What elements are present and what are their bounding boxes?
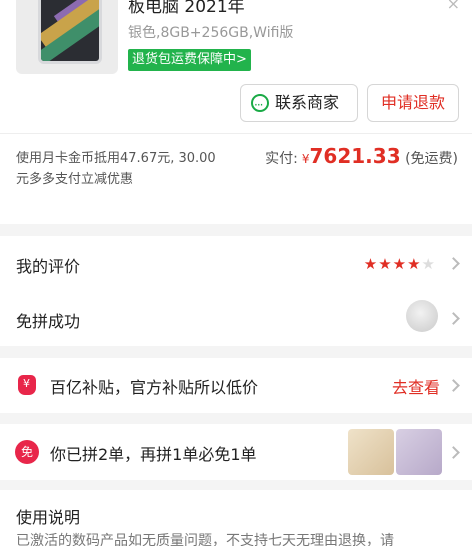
view-link[interactable]: 去查看 <box>392 374 440 398</box>
avatar <box>406 300 438 332</box>
my-review-row[interactable]: 我的评价 ★★★★★ <box>0 236 472 291</box>
currency-symbol: ¥ <box>301 152 310 166</box>
free-order-banner[interactable]: 免 你已拼2单，再拼1单必免1单 <box>0 424 472 480</box>
star-filled-icon: ★ <box>378 255 393 273</box>
chevron-right-icon <box>447 257 460 270</box>
shipping-note: (免运费) <box>405 151 458 167</box>
my-review-label: 我的评价 <box>16 257 81 276</box>
star-empty-icon: ★ <box>421 255 436 273</box>
coupon-note: 使用月卡金币抵用47.67元, 30.00元多多支付立减优惠 <box>16 151 216 187</box>
star-filled-icon: ★ <box>392 255 408 273</box>
chevron-right-icon <box>447 312 460 325</box>
return-shipping-badge[interactable]: 退货包运费保障中> <box>128 49 251 71</box>
review-section: 我的评价 ★★★★★ 免拼成功 <box>0 236 472 346</box>
paid-label: 实付: <box>265 151 298 167</box>
subsidy-banner[interactable]: 百亿补贴，官方补贴所以低价 去查看 <box>0 358 472 413</box>
chevron-right-icon <box>447 446 460 459</box>
product-thumbnail[interactable] <box>396 429 442 475</box>
free-order-text: 你已拼2单，再拼1单必免1单 <box>50 445 257 464</box>
rating-stars: ★★★★★ <box>364 255 436 273</box>
free-icon: 免 <box>15 440 39 464</box>
star-filled-icon: ★ <box>407 255 422 273</box>
contact-seller-button[interactable]: 联系商家 <box>240 84 358 123</box>
contact-seller-label: 联系商家 <box>275 93 340 112</box>
usage-section: 使用说明 已激活的数码产品如无质量问题，不支持七天无理由退换，请 <box>0 490 472 546</box>
product-thumbnail[interactable] <box>348 429 394 475</box>
product-title[interactable]: 板电脑 2021年 <box>128 0 245 17</box>
close-icon[interactable]: × <box>447 0 460 13</box>
divider <box>0 133 472 134</box>
group-success-label: 免拼成功 <box>16 312 81 331</box>
star-filled-icon: ★ <box>363 255 379 273</box>
chevron-right-icon <box>447 379 460 392</box>
amount-value: 7621.33 <box>309 144 401 168</box>
chat-icon <box>251 87 269 123</box>
usage-text: 已激活的数码产品如无质量问题，不支持七天无理由退换，请 <box>16 533 394 546</box>
bag-icon <box>18 375 36 395</box>
paid-amount: 实付: ¥7621.33 (免运费) <box>265 144 458 168</box>
order-card: 板电脑 2021年 银色,8GB+256GB,Wifi版 退货包运费保障中> ×… <box>0 0 472 224</box>
subsidy-text: 百亿补贴，官方补贴所以低价 <box>50 378 259 397</box>
group-success-row[interactable]: 免拼成功 <box>0 291 472 346</box>
usage-heading: 使用说明 <box>16 508 81 527</box>
request-refund-button[interactable]: 申请退款 <box>367 84 459 122</box>
product-image[interactable] <box>16 0 118 74</box>
tablet-illustration <box>38 0 102 64</box>
product-spec: 银色,8GB+256GB,Wifi版 <box>128 25 294 41</box>
